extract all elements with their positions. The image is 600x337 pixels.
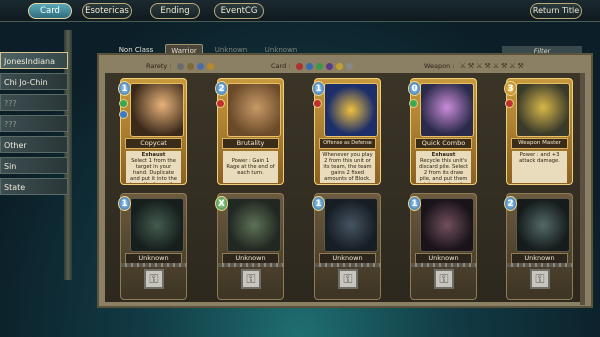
card-text: Recycle this unit's discard pile. Select…	[418, 158, 469, 183]
tab-eventcg[interactable]: EventCG	[214, 3, 264, 19]
card-locked[interactable]: 2 Unknown ⚿	[504, 193, 573, 300]
card-cost: 2	[215, 81, 228, 96]
card-gem-icon	[216, 99, 225, 108]
sidebar-item-chi-jo-chin[interactable]: Chi Jo-Chin	[0, 73, 68, 90]
rarity-label: Rarety :	[146, 62, 172, 70]
card-locked[interactable]: 1 Unknown ⚿	[408, 193, 477, 300]
card-copycat[interactable]: 1 Copycat Exhaust Select 1 from the targe…	[118, 78, 187, 185]
card-cost: 1	[118, 81, 131, 96]
card-offense-as-defense[interactable]: 1 Offense as Defense Whenever you play 2…	[312, 78, 381, 185]
tab-ending[interactable]: Ending	[150, 3, 200, 19]
rarity-uncommon-icon[interactable]	[186, 62, 194, 70]
card-cost: X	[215, 196, 228, 211]
card-art	[324, 198, 378, 252]
card-name: Brutality	[222, 138, 279, 149]
return-title-button[interactable]: Return Title	[530, 3, 582, 19]
card-quick-combo[interactable]: 0 Quick Combo Exhaust Recycle this unit's…	[408, 78, 477, 185]
card-gem-icon	[119, 110, 128, 119]
card-text: Select 1 from the target in your hand. D…	[130, 158, 177, 183]
card-text: Power : Gain 1 Rage at the end of each t…	[226, 158, 275, 176]
chain-decoration	[315, 263, 380, 267]
sidebar-item-locked-2[interactable]: ???	[0, 115, 68, 132]
sidebar-item-locked-1[interactable]: ???	[0, 94, 68, 111]
card-cost: 2	[504, 196, 517, 211]
card-type-blue-icon[interactable]	[305, 62, 313, 70]
card-name: Quick Combo	[415, 138, 472, 149]
rarity-common-icon[interactable]	[176, 62, 184, 70]
card-gem-icon	[505, 99, 514, 108]
card-weapon-master[interactable]: 3 Weapon Master Power : and +3 attack da…	[504, 78, 573, 185]
card-art	[324, 83, 378, 137]
card-gem-icon	[119, 99, 128, 108]
card-type-grey-icon[interactable]	[345, 62, 353, 70]
card-art	[130, 83, 184, 137]
sidebar-item-other[interactable]: Other	[0, 136, 68, 153]
sidebar-item-state[interactable]: State	[0, 178, 68, 195]
lock-icon: ⚿	[144, 269, 164, 289]
tab-esotericas[interactable]: Esotericas	[82, 3, 132, 19]
card-name: Weapon Master	[511, 138, 568, 149]
card-description: Whenever you play 2 from this unit or it…	[320, 151, 375, 183]
card-art	[516, 83, 570, 137]
card-cost: 1	[312, 81, 325, 96]
chain-decoration	[411, 263, 476, 267]
weapon-label: Weapon :	[424, 62, 455, 70]
lock-icon: ⚿	[434, 269, 454, 289]
scrollbar[interactable]	[580, 73, 585, 305]
rarity-rare-icon[interactable]	[196, 62, 204, 70]
card-art	[420, 83, 474, 137]
card-cost: 1	[312, 196, 325, 211]
card-type-filter: Card :	[271, 60, 356, 72]
card-type-purple-icon[interactable]	[325, 62, 333, 70]
card-type-green-icon[interactable]	[315, 62, 323, 70]
card-type-yellow-icon[interactable]	[335, 62, 343, 70]
chain-decoration	[218, 263, 283, 267]
rarity-legendary-icon[interactable]	[206, 62, 214, 70]
card-cost: 0	[408, 81, 421, 96]
card-locked[interactable]: 1 Unknown ⚿	[118, 193, 187, 300]
card-brutality[interactable]: 2 Brutality Power : Gain 1 Rage at the e…	[215, 78, 284, 185]
card-locked[interactable]: 1 Unknown ⚿	[312, 193, 381, 300]
card-text: Whenever you play 2 from this unit or it…	[322, 152, 373, 182]
card-type-red-icon[interactable]	[295, 62, 303, 70]
card-locked[interactable]: X Unknown ⚿	[215, 193, 284, 300]
card-gem-icon	[313, 99, 322, 108]
card-description: Exhaust Recycle this unit's discard pile.…	[416, 151, 471, 183]
card-name: Copycat	[125, 138, 182, 149]
top-bar: Card Esotericas Ending EventCG Return Ti…	[0, 0, 600, 22]
card-description: Power : and +3 attack damage.	[512, 151, 567, 183]
tab-card[interactable]: Card	[28, 3, 72, 19]
card-text: Power : and +3 attack damage.	[519, 152, 560, 164]
card-gem-icon	[409, 99, 418, 108]
chain-decoration	[121, 263, 186, 267]
card-cost: 3	[504, 81, 517, 96]
card-type-label: Card :	[271, 62, 291, 70]
card-name: Offense as Defense	[319, 138, 376, 149]
rarity-filter: Rarety :	[146, 60, 217, 72]
card-art	[130, 198, 184, 252]
card-art	[227, 83, 281, 137]
character-sidebar: JonesIndiana Chi Jo-Chin ??? ??? Other S…	[0, 52, 68, 199]
weapon-icons[interactable]: ⚔⚒⚔⚒⚔⚒⚔⚒	[460, 62, 526, 70]
lock-icon: ⚿	[530, 269, 550, 289]
card-cost: 1	[408, 196, 421, 211]
card-art	[516, 198, 570, 252]
lock-icon: ⚿	[338, 269, 358, 289]
card-art	[420, 198, 474, 252]
sidebar-item-sin[interactable]: Sin	[0, 157, 68, 174]
chain-decoration	[507, 263, 572, 267]
sidebar-item-jonesindiana[interactable]: JonesIndiana	[0, 52, 68, 69]
card-description: Power : Gain 1 Rage at the end of each t…	[223, 151, 278, 183]
lock-icon: ⚿	[241, 269, 261, 289]
weapon-filter: Weapon : ⚔⚒⚔⚒⚔⚒⚔⚒	[424, 60, 526, 72]
card-description: Exhaust Select 1 from the target in your …	[126, 151, 181, 183]
card-art	[227, 198, 281, 252]
card-cost: 1	[118, 196, 131, 211]
